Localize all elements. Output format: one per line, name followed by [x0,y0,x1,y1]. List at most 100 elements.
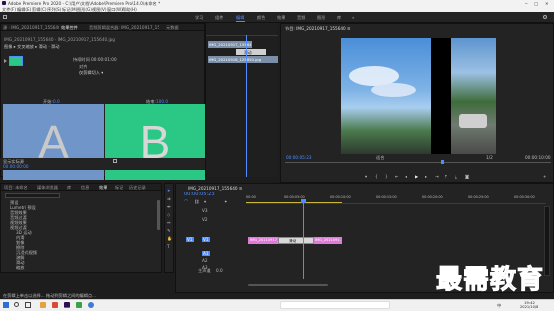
menu-clip[interactable]: 剪辑(C) [32,7,47,12]
workspace-color[interactable]: 颜色 [257,15,265,20]
hand-icon[interactable]: ✋ [167,236,172,241]
workspace-learning[interactable]: 学习 [195,15,203,20]
pen-icon[interactable]: ✎ [167,228,171,233]
mini-clip-2[interactable]: IMG_20210918_125850.jpg [208,56,278,63]
work-area-bar[interactable] [246,202,342,203]
tab-history[interactable]: 历史记录 [129,185,151,190]
show-actual-source-checkbox[interactable] [113,159,117,163]
lift-icon[interactable]: ⤒ [445,174,447,179]
home-icon[interactable] [3,15,7,19]
resolution-dropdown[interactable]: 1/2 [486,155,493,160]
fit-dropdown[interactable]: 适合 [376,155,384,160]
add-marker-icon[interactable]: ▾ [365,174,367,179]
selection-tool-icon[interactable]: ➤ [167,188,171,193]
taskbar-app-4-icon[interactable] [88,302,94,308]
snap-icon[interactable]: ⌒ [184,199,188,204]
taskbar-search-icon[interactable] [14,302,19,307]
mini-transition[interactable]: 滑动 [236,49,266,55]
tab-effects[interactable]: 效果 [99,185,107,190]
workspace-editing[interactable]: 编辑 [236,15,244,20]
tab-markers[interactable]: 标记 [115,185,123,190]
play-transition-icon[interactable] [4,59,7,63]
slip-icon[interactable]: ↔ [167,220,171,225]
taskbar-app-2-icon[interactable] [52,302,58,308]
track-select-icon[interactable]: ⇉ [167,196,171,201]
workspace-more-icon[interactable]: » [352,15,355,20]
ripple-edit-icon[interactable]: ⇹ [167,204,171,209]
export-frame-icon[interactable]: ◙ [465,174,469,179]
source-timecode[interactable]: 00:00:00:00 [3,164,29,169]
tab-metadata[interactable]: 元数据 [166,25,179,30]
input-language[interactable]: 中 [497,303,501,308]
timeline-playhead-handle[interactable] [301,199,306,203]
source-tab-label[interactable]: 源 · IMG_20210917_155640.jpg [3,25,59,30]
menu-view[interactable]: 视图(V) [92,7,107,12]
timeline-timecode[interactable]: 00:00:05:23 [184,192,215,197]
taskbar-app-1-icon[interactable] [40,302,46,308]
maximize-button[interactable]: □ [534,1,538,6]
track-a1[interactable]: A1 [202,251,210,256]
extract-icon[interactable]: ⤓ [455,174,457,179]
tab-libraries[interactable]: 库 [67,185,71,190]
workspace-graphics[interactable]: 图形 [317,15,325,20]
search-icon[interactable] [543,15,547,19]
menu-window[interactable]: 窗口(W) [107,7,123,12]
tab-info[interactable]: 信息 [81,185,89,190]
track-a2[interactable]: A2 [202,258,208,263]
taskbar-app-3-icon[interactable] [76,302,82,308]
mark-out-icon[interactable]: } [385,174,388,179]
tab-media-browser[interactable]: 媒体浏览器 [37,185,63,190]
track-v1[interactable]: V1 [202,237,210,242]
monitor-playhead[interactable] [441,160,444,164]
go-to-out-icon[interactable]: ⇥ [435,174,439,179]
program-monitor-title[interactable]: 节目: IMG_20210917_155640 ≡ [285,26,351,31]
task-view-icon[interactable] [25,302,31,308]
menu-edit[interactable]: 编辑(E) [17,7,31,12]
timeline-transition[interactable]: 滑动 [278,237,314,244]
timeline-playhead[interactable] [303,199,304,279]
tab-audio-mixer[interactable]: 音频剪辑混合器: IMG_20210917_155640 [89,25,159,30]
timeline-clip-2[interactable]: IMG_2021091... [314,237,342,244]
effects-search-field[interactable] [5,193,60,198]
play-icon[interactable]: ▶ [415,174,418,179]
workspace-audio[interactable]: 音频 [297,15,305,20]
program-timecode[interactable]: 00:00:05:23 [286,155,312,160]
add-button-icon[interactable]: + [543,174,547,179]
timeline-ruler[interactable]: 00:00 00:00:05:00 00:00:10:00 00:00:15:0… [246,195,546,204]
track-v2[interactable]: V2 [202,217,208,222]
go-to-in-icon[interactable]: ⇤ [395,174,399,179]
linked-select-icon[interactable]: ⛓ [194,199,199,204]
workspace-assembly[interactable]: 组件 [215,15,223,20]
step-back-icon[interactable]: ◂ [405,174,407,179]
minimize-button[interactable]: ─ [525,1,528,6]
mini-playhead[interactable] [246,35,247,177]
mark-in-icon[interactable]: { [375,174,378,179]
monitor-scrub-bar[interactable] [285,162,551,163]
menu-marker[interactable]: 标记(M) [62,7,77,12]
master-value[interactable]: 0.0 [216,268,223,273]
workspace-effects[interactable]: 效果 [277,15,285,20]
menu-help[interactable]: 帮助(H) [122,7,137,12]
tab-project[interactable]: 项目: 未命名 [4,185,32,190]
menu-file[interactable]: 文件(F) [2,7,16,12]
timeline-scrollbar[interactable] [248,284,328,286]
step-forward-icon[interactable]: ▸ [425,174,427,179]
add-marker-timeline-icon[interactable]: ▾ [204,199,206,204]
workspace-libraries[interactable]: 库 [337,15,341,20]
effects-scrollbar[interactable] [157,200,160,230]
track-v3[interactable]: V3 [202,208,208,213]
taskbar-date[interactable]: 2021/10/8 [520,305,538,310]
menu-sequence[interactable]: 序列(S) [47,7,61,12]
taskbar-premiere-icon[interactable] [64,302,70,308]
menu-graphics[interactable]: 图形(G) [77,7,92,12]
wrench-icon[interactable]: ✦ [224,199,228,204]
type-icon[interactable]: T [167,244,170,249]
razor-icon[interactable]: ◇ [167,212,170,217]
start-button-icon[interactable] [3,302,9,308]
tree-item-zoom[interactable]: 缩放 [5,265,155,270]
timeline-tab[interactable]: IMG_20210917_155640 ≡ [188,186,242,191]
track-v1-source[interactable]: V1 [186,237,194,242]
tab-effect-controls[interactable]: 效果控件 [61,25,78,30]
alignment-select[interactable]: 仅剪辑切入 ▾ [79,70,103,75]
close-button[interactable]: ✕ [545,1,549,6]
